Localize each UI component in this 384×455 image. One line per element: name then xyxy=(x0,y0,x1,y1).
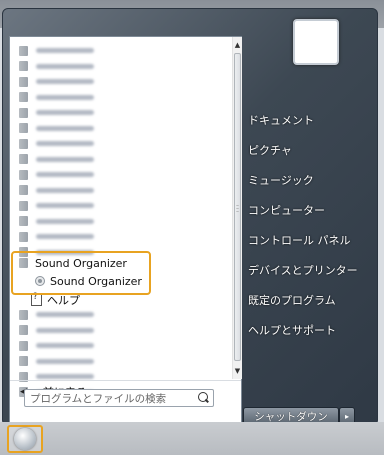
blurred-label xyxy=(36,312,94,318)
list-item[interactable] xyxy=(10,136,94,152)
list-item[interactable] xyxy=(10,105,94,121)
blurred-label xyxy=(36,156,94,162)
list-item-help[interactable]: ヘルプ xyxy=(31,292,80,308)
right-pane-item[interactable]: コントロール パネル xyxy=(248,225,358,255)
folder-icon xyxy=(19,138,28,149)
list-item[interactable] xyxy=(10,90,94,106)
scroll-down-button[interactable]: ▼ xyxy=(233,365,242,377)
blurred-label xyxy=(36,234,94,240)
scrollbar[interactable]: ▲ – – – ▼ xyxy=(232,37,242,379)
user-picture[interactable] xyxy=(293,19,339,65)
folder-icon xyxy=(19,45,28,56)
folder-icon xyxy=(19,107,28,118)
search-icon[interactable] xyxy=(198,392,208,402)
programs-pane: Sound Organizer Sound Organizer ヘルプ ▲ ––… xyxy=(9,36,242,425)
help-label: ヘルプ xyxy=(47,294,80,307)
blurred-label xyxy=(36,48,94,54)
blurred-label xyxy=(36,358,94,364)
folder-label: Sound Organizer xyxy=(35,256,127,270)
list-item[interactable] xyxy=(10,152,94,168)
sound-organizer-icon xyxy=(35,276,45,286)
right-pane-list: ドキュメント ピクチャ ミュージック コンピューター コントロール パネル デバイスとプリ… xyxy=(248,105,358,345)
folder-icon xyxy=(19,258,28,268)
chevron-right-icon: ▸ xyxy=(344,411,349,421)
list-item[interactable] xyxy=(10,59,94,75)
blurred-label xyxy=(36,94,94,100)
list-item[interactable] xyxy=(10,338,94,354)
help-icon xyxy=(31,292,42,306)
blurred-label xyxy=(36,374,94,380)
search-input[interactable]: プログラムとファイルの検索 xyxy=(24,389,214,407)
search-placeholder: プログラムとファイルの検索 xyxy=(30,392,167,405)
blurred-label xyxy=(36,79,94,85)
right-pane-item[interactable]: ヘルプとサポート xyxy=(248,315,358,345)
right-pane-item[interactable]: ドキュメント xyxy=(248,105,358,135)
right-pane-item[interactable]: 既定のプログラム xyxy=(248,285,358,315)
list-item-sound-organizer-folder[interactable]: Sound Organizer xyxy=(19,255,127,271)
blurred-label xyxy=(36,125,94,131)
list-item[interactable] xyxy=(10,121,94,137)
blurred-label xyxy=(36,110,94,116)
start-menu: Sound Organizer Sound Organizer ヘルプ ▲ ––… xyxy=(2,8,378,426)
grip-icon: – – – xyxy=(236,202,239,215)
right-pane-item[interactable]: ピクチャ xyxy=(248,135,358,165)
blurred-label xyxy=(36,172,94,178)
folder-icon xyxy=(19,154,28,165)
blurred-label xyxy=(36,63,94,69)
folder-icon xyxy=(19,216,28,227)
blurred-label xyxy=(36,218,94,224)
folder-icon xyxy=(19,231,28,242)
blurred-label xyxy=(36,141,94,147)
blurred-label xyxy=(36,327,94,333)
blurred-label xyxy=(36,249,94,255)
list-item[interactable] xyxy=(10,43,94,59)
folder-icon xyxy=(19,340,28,351)
list-item[interactable] xyxy=(10,229,94,245)
right-pane-item[interactable]: デバイスとプリンター xyxy=(248,255,358,285)
taskbar xyxy=(0,422,384,455)
list-item[interactable] xyxy=(10,354,94,370)
scroll-thumb[interactable]: – – – xyxy=(234,53,241,361)
list-item[interactable] xyxy=(10,183,94,199)
scroll-up-button[interactable]: ▲ xyxy=(233,39,242,51)
folder-icon xyxy=(19,356,28,367)
blurred-label xyxy=(36,187,94,193)
blurred-label xyxy=(36,203,94,209)
folder-icon xyxy=(19,92,28,103)
start-button[interactable] xyxy=(7,425,43,453)
folder-icon xyxy=(19,76,28,87)
list-item[interactable] xyxy=(10,198,94,214)
folder-icon xyxy=(19,185,28,196)
folder-icon xyxy=(19,325,28,336)
windows-orb-icon xyxy=(14,428,36,450)
list-item[interactable] xyxy=(10,74,94,90)
right-pane-item[interactable]: ミュージック xyxy=(248,165,358,195)
list-item[interactable] xyxy=(10,214,94,230)
folder-icon xyxy=(19,123,28,134)
folder-icon xyxy=(19,61,28,72)
right-pane-item[interactable]: コンピューター xyxy=(248,195,358,225)
list-item[interactable] xyxy=(10,307,94,323)
folder-icon xyxy=(19,309,28,320)
list-item-sound-organizer-app[interactable]: Sound Organizer xyxy=(35,273,142,289)
program-list xyxy=(10,37,232,398)
app-label: Sound Organizer xyxy=(50,274,142,288)
folder-icon xyxy=(19,169,28,180)
list-item[interactable] xyxy=(10,167,94,183)
list-item[interactable] xyxy=(10,323,94,339)
folder-icon xyxy=(19,200,28,211)
blurred-label xyxy=(36,343,94,349)
